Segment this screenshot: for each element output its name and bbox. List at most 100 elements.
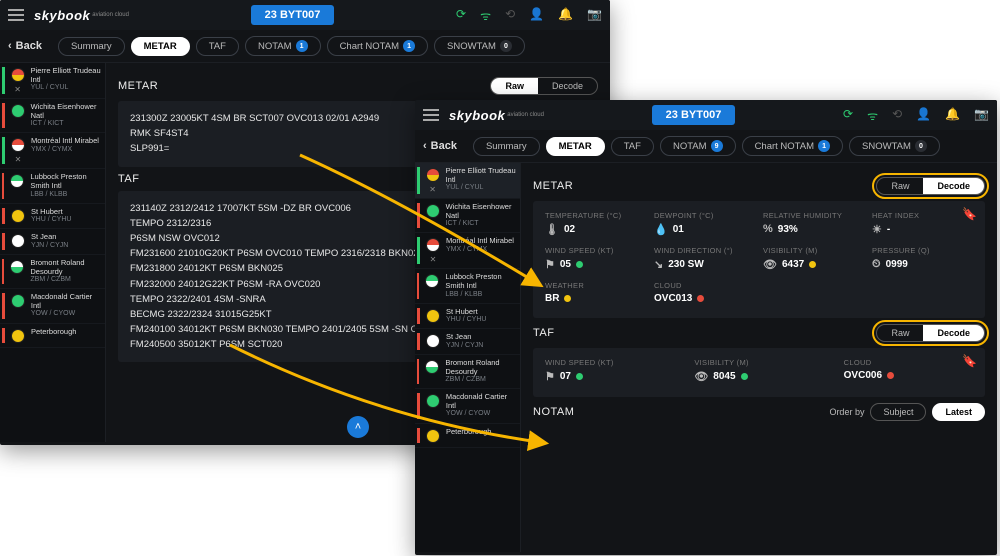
airport-sidebar[interactable]: ✕Pierre Elliott Trudeau IntlYUL / CYULWi…	[415, 163, 521, 552]
metric-value: ↘230 SW	[654, 258, 755, 271]
toggle-decode[interactable]: Decode	[538, 78, 597, 94]
tab-summary[interactable]: Summary	[58, 37, 125, 56]
metric-cell: TEMPERATURE (°C)🌡02	[545, 211, 646, 236]
tab-notam[interactable]: NOTAM1	[245, 36, 321, 56]
airport-name: Bromont Roland Desourdy	[30, 259, 101, 276]
raw-decode-toggle[interactable]: Raw Decode	[490, 77, 598, 95]
hamburger-icon[interactable]	[8, 9, 24, 21]
tab-chart-notam[interactable]: Chart NOTAM1	[742, 136, 843, 156]
metric-icon: ☀	[872, 223, 882, 236]
airport-row[interactable]: Peterborough	[0, 324, 105, 348]
window-decoded: skybook aviation cloud 23 BYT007 ⟳ ᯤ ⟲ 👤…	[415, 100, 997, 555]
airport-row[interactable]: Macdonald Cartier IntlYOW / CYOW	[415, 389, 520, 423]
metric-cell: HEAT INDEX☀-	[872, 211, 973, 236]
airport-row[interactable]: Bromont Roland DesourdyZBM / CZBM	[0, 255, 105, 289]
airport-row[interactable]: Lubbock Preston Smith IntlLBB / KLBB	[415, 269, 520, 303]
airport-row[interactable]: St HubertYHU / CYHU	[0, 204, 105, 230]
airport-row[interactable]: Macdonald Cartier IntlYOW / CYOW	[0, 289, 105, 323]
bell-icon[interactable]: 🔔	[945, 107, 960, 124]
section-title-taf: TAF	[533, 327, 554, 339]
tab-taf[interactable]: TAF	[611, 137, 654, 156]
taf-decoded-card: 🔖 WIND SPEED (KT)⚑07VISIBILITY (M)👁8045C…	[533, 348, 985, 397]
airport-row[interactable]: Wichita Eisenhower NatlICT / KICT	[415, 199, 520, 233]
refresh-icon[interactable]: ⟲	[892, 107, 902, 124]
airport-row[interactable]: St JeanYJN / CYJN	[415, 329, 520, 355]
toggle-raw[interactable]: Raw	[491, 78, 538, 94]
sync-icon[interactable]: ⟳	[843, 107, 853, 124]
section-title-notam: NOTAM	[533, 406, 574, 418]
notam-header-row: NOTAM Order by Subject Latest	[533, 403, 985, 421]
toggle-raw[interactable]: Raw	[877, 325, 923, 341]
airport-codes: ZBM / CZBM	[30, 276, 101, 284]
airport-row[interactable]: Lubbock Preston Smith IntlLBB / KLBB	[0, 169, 105, 203]
airport-row[interactable]: Wichita Eisenhower NatlICT / KICT	[0, 99, 105, 133]
airport-name: Bromont Roland Desourdy	[445, 359, 516, 376]
bell-icon[interactable]: 🔔	[558, 7, 573, 24]
hamburger-icon[interactable]	[423, 109, 439, 121]
raw-decode-toggle[interactable]: Raw Decode	[876, 324, 985, 342]
metric-icon: 👁	[763, 258, 777, 271]
airport-name: Wichita Eisenhower Natl	[31, 103, 101, 120]
tab-metar[interactable]: METAR	[131, 37, 190, 56]
user-icon[interactable]: 👤	[916, 107, 931, 124]
tab-notam[interactable]: NOTAM9	[660, 136, 736, 156]
tab-snowtam[interactable]: SNOWTAM0	[849, 136, 940, 156]
metric-label: CLOUD	[654, 281, 755, 290]
airport-row[interactable]: ✕Pierre Elliott Trudeau IntlYUL / CYUL	[0, 63, 105, 99]
back-button[interactable]: ‹Back	[8, 40, 42, 52]
flight-code-pill[interactable]: 23 BYT007	[251, 5, 335, 25]
back-button[interactable]: ‹Back	[423, 140, 457, 152]
bookmark-icon[interactable]: 🔖	[962, 207, 977, 221]
toggle-decode[interactable]: Decode	[923, 325, 984, 341]
order-subject[interactable]: Subject	[870, 403, 926, 421]
camera-icon[interactable]: 📷	[587, 7, 602, 24]
metric-label: HEAT INDEX	[872, 211, 973, 220]
airport-codes: YHU / CYHU	[446, 316, 486, 324]
metric-cell: VISIBILITY (M)👁6437	[763, 246, 864, 271]
metric-icon: 🌡	[545, 223, 559, 236]
camera-icon[interactable]: 📷	[974, 107, 989, 124]
airport-row[interactable]: St JeanYJN / CYJN	[0, 229, 105, 255]
bookmark-icon[interactable]: 🔖	[962, 354, 977, 368]
airport-row[interactable]: Bromont Roland DesourdyZBM / CZBM	[415, 355, 520, 389]
metric-cell: WEATHERBR	[545, 281, 646, 304]
airport-name: Pierre Elliott Trudeau Intl	[446, 167, 516, 184]
scroll-up-fab[interactable]: ˄	[347, 416, 369, 438]
status-icon	[11, 234, 25, 248]
airport-sidebar[interactable]: ✕Pierre Elliott Trudeau IntlYUL / CYULWi…	[0, 63, 106, 442]
metric-cell: DEWPOINT (°C)💧01	[654, 211, 755, 236]
section-title-taf: TAF	[118, 173, 139, 185]
toggle-raw[interactable]: Raw	[877, 178, 923, 194]
airport-row[interactable]: Peterborough	[415, 424, 520, 448]
toggle-decode[interactable]: Decode	[923, 178, 984, 194]
raw-decode-toggle[interactable]: Raw Decode	[876, 177, 985, 195]
metric-label: CLOUD	[844, 358, 973, 367]
badge: 1	[403, 40, 415, 52]
topbar-icons: ⟳ ᯤ ⟲ 👤 🔔 📷	[456, 7, 602, 24]
airport-codes: ICT / KICT	[31, 120, 101, 128]
airport-row[interactable]: ✕Montréal Intl MirabelYMX / CYMX	[415, 233, 520, 269]
airport-name: Lubbock Preston Smith Intl	[30, 173, 101, 190]
airport-row[interactable]: St HubertYHU / CYHU	[415, 304, 520, 330]
airport-row[interactable]: ✕Montréal Intl MirabelYMX / CYMX	[0, 133, 105, 169]
sync-icon[interactable]: ⟳	[456, 7, 466, 24]
content-decoded: METAR Raw Decode 🔖 TEMPERATURE (°C)🌡02DE…	[521, 163, 997, 552]
tab-snowtam[interactable]: SNOWTAM0	[434, 36, 525, 56]
tab-taf[interactable]: TAF	[196, 37, 239, 56]
refresh-icon[interactable]: ⟲	[505, 7, 515, 24]
tab-metar[interactable]: METAR	[546, 137, 605, 156]
tab-chart-notam[interactable]: Chart NOTAM1	[327, 36, 428, 56]
tab-summary[interactable]: Summary	[473, 137, 540, 156]
status-icon	[426, 429, 440, 443]
metric-value: ⏲0999	[872, 258, 973, 271]
airport-name: Lubbock Preston Smith Intl	[445, 273, 516, 290]
order-latest[interactable]: Latest	[932, 403, 985, 421]
airport-row[interactable]: ✕Pierre Elliott Trudeau IntlYUL / CYUL	[415, 163, 520, 199]
status-icon	[426, 238, 440, 252]
airport-name: Wichita Eisenhower Natl	[446, 203, 516, 220]
flight-code-pill[interactable]: 23 BYT007	[652, 105, 736, 125]
user-icon[interactable]: 👤	[529, 7, 544, 24]
brand: skybook	[34, 8, 90, 23]
status-icon	[426, 394, 440, 408]
metric-cell: PRESSURE (Q)⏲0999	[872, 246, 973, 271]
